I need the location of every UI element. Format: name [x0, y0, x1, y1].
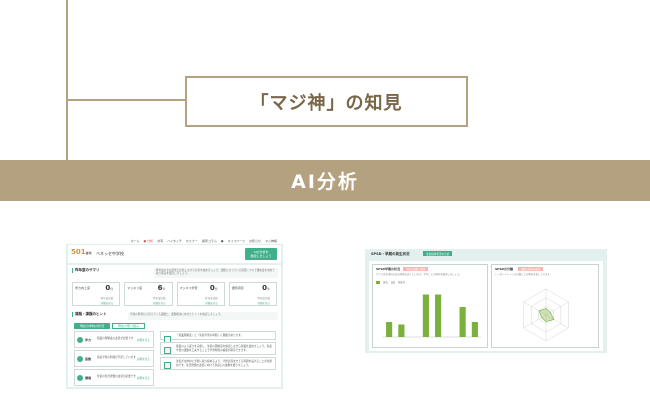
bar-chart: [383, 294, 481, 338]
issue-label: 環境: [85, 376, 92, 380]
nav-item[interactable]: 共有: [157, 239, 163, 243]
radar-chart: [523, 288, 569, 342]
stat-label: マジネス学習: [179, 286, 198, 290]
advice-item: 「授業理解度」と「家庭学習の時間」に関連があります。: [160, 331, 276, 343]
issue-row: 意欲 家庭学習の時間が不足しています 詳細を見る: [74, 350, 154, 367]
advice-text: 生徒が主体的に学習に取り組めるよう、学習計画を立てる時間を設けることが効果的です…: [176, 360, 272, 367]
stat-link[interactable]: 詳細を見る: [257, 301, 270, 305]
nav-item[interactable]: お知らせ: [249, 239, 261, 243]
banner-title: AI分析: [291, 171, 359, 193]
spsd-screenshot: SPSD・早期の発生状況 生徒指導状況の分析 SPSD早期の状況 学校の課題と関…: [365, 249, 607, 353]
bar: [471, 322, 478, 337]
knowledge-title-box: 「マジ神」の知見: [185, 76, 468, 127]
bar: [422, 294, 429, 337]
nav-item[interactable]: ハイタッチ: [167, 239, 182, 243]
nav-item[interactable]: マイスペース: [227, 239, 245, 243]
school-name: ベネッセ中学校: [96, 251, 124, 256]
knowledge-title: 「マジ神」の知見: [250, 92, 403, 114]
issue-label: 意欲: [85, 357, 92, 361]
bar: [459, 307, 466, 337]
ai-analysis-button[interactable]: AIの分析を 確認しましょう: [245, 248, 277, 260]
issues-tab[interactable]: 現在の取り組み: [112, 323, 146, 329]
advice-icon: [164, 362, 171, 370]
issue-icon: [77, 356, 83, 362]
stat-card: マジネス学習 0件昨年度比較 詳細を見る: [176, 282, 225, 306]
issue-row: 環境 生徒の生活習慣の改善が必要です 詳細を見る: [74, 369, 154, 386]
issues-section: 課題・課題のヒント 学校の現状から見えてくる課題と、課題解決に向けたヒントを確認…: [68, 309, 281, 387]
advice-icon: [164, 347, 171, 355]
issue-link[interactable]: 詳細を見る: [137, 376, 150, 380]
advice-text: 「授業理解度」と「家庭学習の時間」に関連があります。: [176, 334, 244, 337]
spsd-badge: 生徒指導状況の分析: [423, 251, 453, 256]
stat-label: 課題項目: [231, 286, 244, 290]
stat-sub: 昨年度比較: [100, 297, 114, 300]
summary-note: 昨年度の主な結果と比較しながら分析を進めましょう。課題となっている項目について優…: [154, 268, 278, 278]
issue-text: 家庭学習の時間が不足しています: [97, 356, 136, 359]
spsd-title: SPSD・早期の発生状況: [371, 252, 410, 256]
stat-label: マジネス度: [127, 286, 143, 290]
radar-series: [538, 308, 555, 322]
nav-item[interactable]: ● 分析: [143, 239, 153, 243]
nav-item[interactable]: セミナー: [186, 239, 198, 243]
stat-link[interactable]: 詳細を見る: [153, 301, 166, 305]
timeline-connector: [66, 99, 186, 101]
issue-icon: [77, 375, 83, 381]
nav-item[interactable]: 講習コラム: [202, 239, 217, 243]
stat-card: 課題項目 0件昨年度比較 詳細を見る: [228, 282, 277, 306]
stat-label: 学力向上度: [75, 286, 91, 290]
stat-card: 学力向上度 0件昨年度比較 詳細を見る: [72, 282, 121, 306]
nav-item[interactable]: マジ神帳: [265, 239, 277, 243]
stat-link[interactable]: 詳細を見る: [101, 301, 114, 305]
stat-sub: 昨年度比較: [205, 297, 218, 300]
issue-row: 学力 授業の理解度の改善が必要です 詳細を見る: [74, 331, 154, 348]
dashboard-screenshot: ホーム ● 分析 共有 ハイタッチ セミナー 講習コラム ● マイスペース お知らせ マジ神帳 5…: [66, 237, 283, 389]
issues-tab[interactable]: 現在の学校の状況: [74, 323, 111, 329]
school-number: 501番地: [71, 248, 92, 256]
issues-tabs: 現在の学校の状況 現在の取り組み: [74, 323, 146, 329]
ai-analysis-banner: AI分析: [0, 160, 650, 201]
issue-icon: [77, 337, 83, 343]
stat-card: マジネス度 6件昨年度比較 詳細を見る: [124, 282, 173, 306]
stat-link[interactable]: 詳細を見る: [205, 301, 218, 305]
issue-text: 生徒の生活習慣の改善が必要です: [97, 375, 136, 378]
radar-chart-card: SPSDの分類 課題の傾向を確認 レーダーチャートは分類ごとの傾向を表しています…: [491, 264, 599, 348]
advice-item: 授業のふり返りを実施し、生徒の理解度を確認しながら授業を進めましょう。家庭学習の…: [160, 342, 276, 356]
issue-label: 学力: [85, 338, 92, 342]
advice-list: 「授業理解度」と「家庭学習の時間」に関連があります。授業のふり返りを実施し、生徒…: [160, 331, 276, 372]
nav-item[interactable]: ホーム: [131, 239, 140, 243]
stat-sub: 昨年度比較: [257, 297, 270, 300]
school-card: 501番地 ベネッセ中学校 AIの分析を 確認しましょう: [68, 245, 281, 263]
stat-sub: 昨年度比較: [152, 297, 166, 300]
stat-value: 6件: [157, 284, 166, 292]
stat-value: 0件: [262, 284, 270, 292]
issues-title: 課題・課題のヒント: [72, 312, 107, 317]
bar: [386, 322, 393, 337]
issues-rows: 学力 授業の理解度の改善が必要です 詳細を見る 意欲 家庭学習の時間が不足しています 詳細…: [74, 331, 154, 388]
advice-text: 授業のふり返りを実施し、生徒の理解度を確認しながら授業を進めましょう。家庭学習の…: [176, 345, 272, 352]
bar: [398, 324, 405, 337]
summary-stats: 学力向上度 0件 昨年度比較 詳細を見る マジネス度 6件 昨年度比較 詳細を見る マジネス学習…: [72, 282, 277, 306]
timeline-line: [66, 0, 68, 160]
spsd-panel: SPSD早期の状況 学校の課題と関連 グラフは各項目の該当者数を表しています。学…: [369, 261, 603, 351]
bar-chart-card: SPSD早期の状況 学校の課題と関連 グラフは各項目の該当者数を表しています。学…: [372, 264, 488, 348]
top-nav: ホーム ● 分析 共有 ハイタッチ セミナー 講習コラム ● マイスペース お知らせ マジ神帳: [66, 237, 283, 244]
bar: [435, 294, 442, 337]
nav-item[interactable]: ●: [221, 239, 224, 243]
stat-value: 0件: [105, 284, 114, 292]
summary-title: 昨年度のサマリ: [72, 268, 100, 273]
advice-item: 生徒が主体的に学習に取り組めるよう、学習計画を立てる時間を設けることが効果的です…: [160, 357, 276, 371]
stat-value: 0件: [209, 284, 218, 292]
issue-text: 授業の理解度の改善が必要です: [97, 337, 134, 340]
issues-note: 学校の現状から見えてくる課題と、課題解決に向けたヒントを確認しましょう。: [128, 312, 278, 320]
issue-link[interactable]: 詳細を見る: [137, 357, 150, 361]
issue-link[interactable]: 詳細を見る: [137, 338, 150, 342]
